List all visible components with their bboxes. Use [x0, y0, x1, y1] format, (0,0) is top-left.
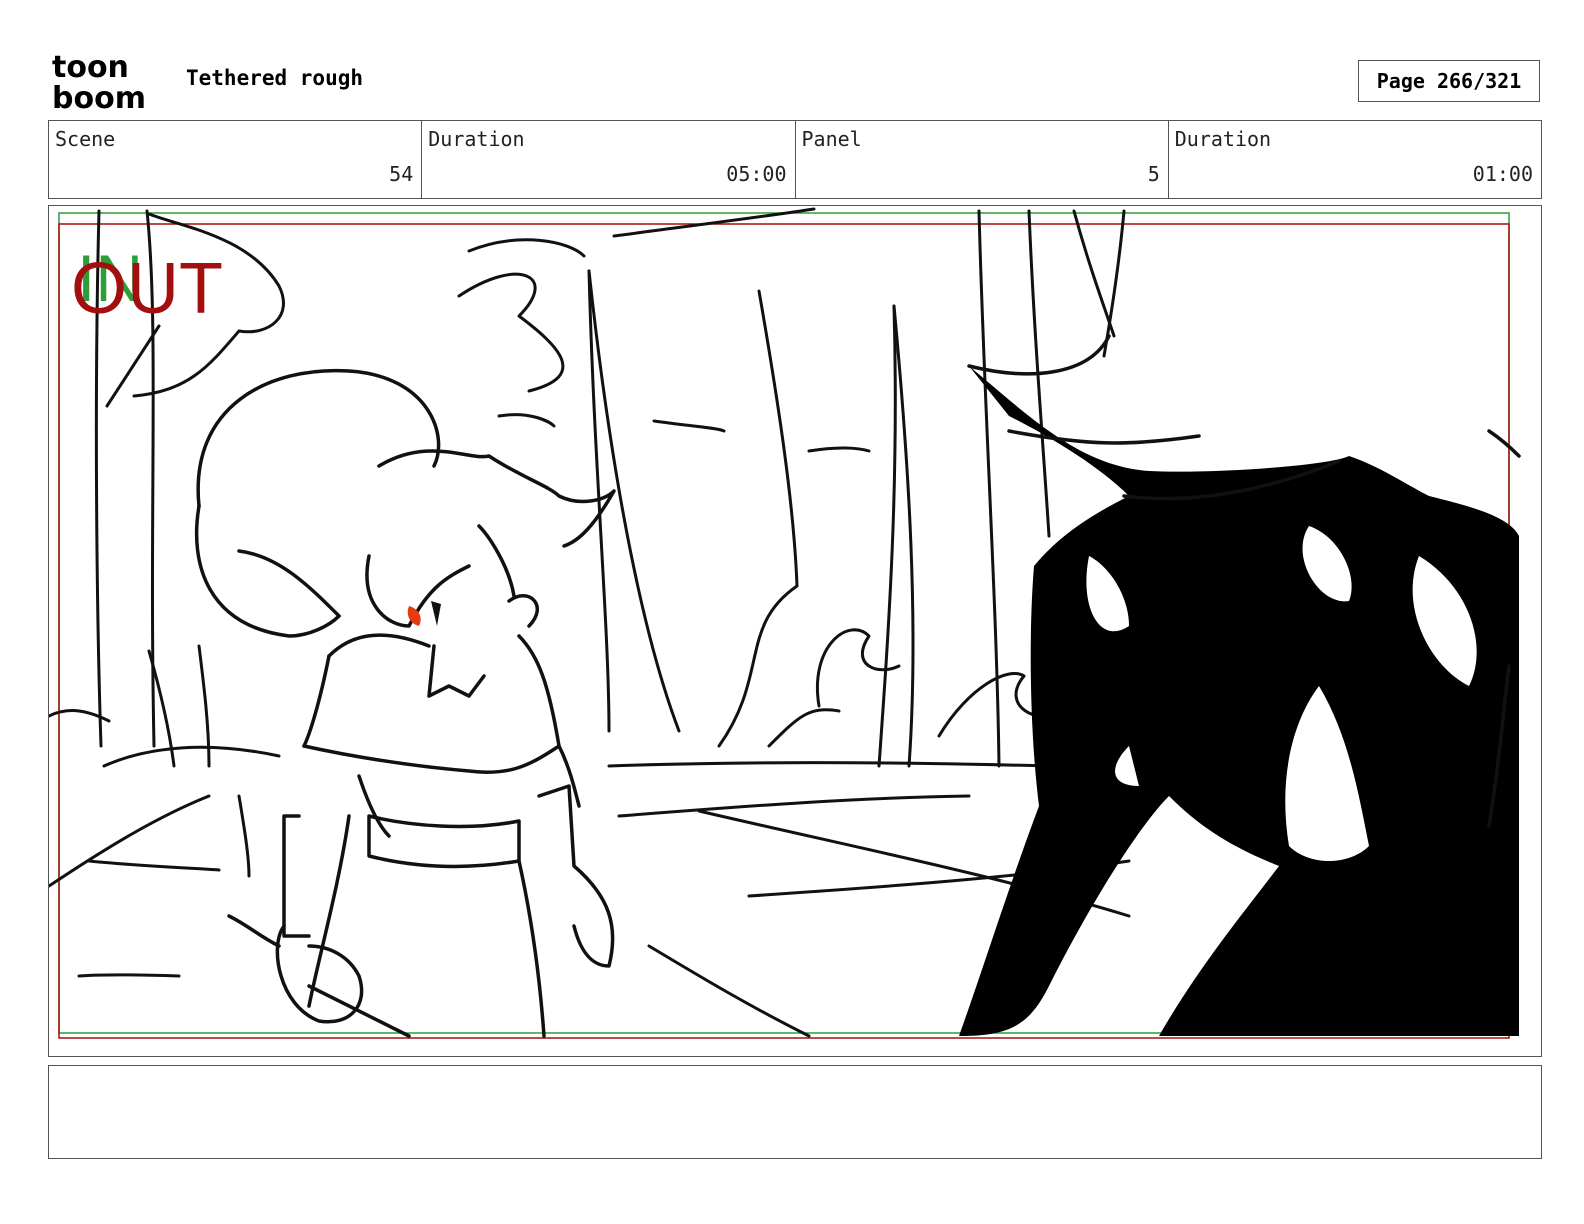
document-title: Tethered rough [186, 66, 364, 90]
panel-duration-cell: Duration 01:00 [1169, 121, 1541, 198]
forest-background [49, 207, 1131, 1038]
panel-notes [48, 1065, 1542, 1159]
eye-mark [431, 601, 441, 626]
page-indicator: Page 266/321 [1358, 60, 1540, 102]
toon-boom-logo: toon boom [52, 50, 146, 112]
out-marker: OUT [71, 249, 223, 329]
girl-character [194, 368, 616, 1038]
scene-duration-cell: Duration 05:00 [422, 121, 796, 198]
scene-label: Scene [55, 127, 116, 151]
panel-cell: Panel 5 [796, 121, 1169, 198]
logo-text-bottom: boom [52, 81, 146, 112]
scene-duration-label: Duration [428, 127, 525, 151]
panel-duration-label: Duration [1174, 127, 1272, 151]
panel-label: Panel [801, 127, 862, 151]
storyboard-panel: IN OUT [48, 205, 1542, 1057]
storyboard-info-row: Scene 54 Duration 05:00 Panel 5 Duration… [48, 120, 1542, 199]
panel-value: 5 [1147, 162, 1160, 186]
scene-cell: Scene 54 [49, 121, 423, 198]
panel-duration-value: 01:00 [1472, 162, 1533, 186]
logo-text-top: toon [52, 50, 129, 85]
scene-value: 54 [389, 162, 414, 186]
scene-duration-value: 05:00 [726, 162, 787, 186]
panel-sketch: IN OUT [49, 207, 1521, 1039]
